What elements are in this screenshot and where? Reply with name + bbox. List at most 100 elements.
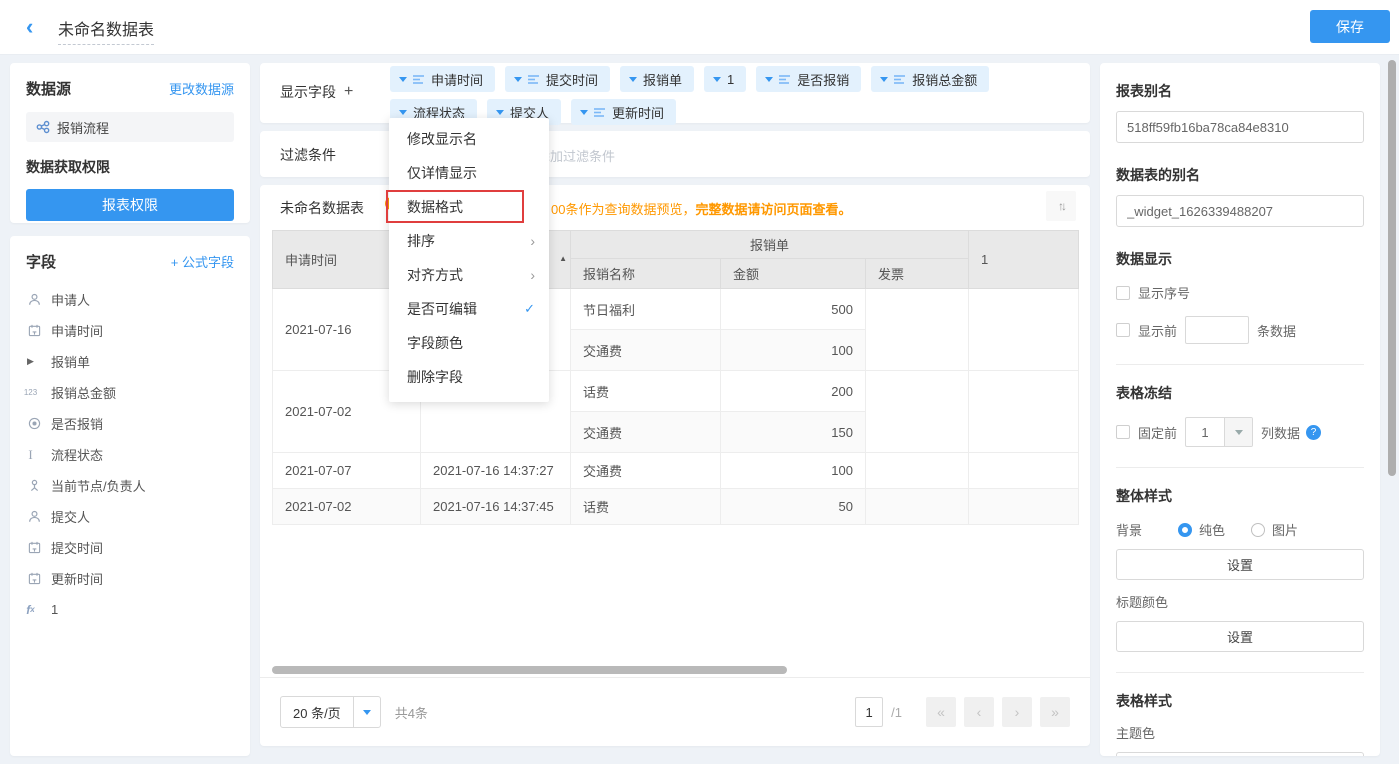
menu-item-label: 排序 bbox=[407, 231, 435, 251]
cell-amount[interactable]: 200 bbox=[721, 371, 866, 412]
field-chip-报销单[interactable]: 报销单 bbox=[620, 66, 694, 92]
cell-date[interactable]: 2021-07-02 bbox=[273, 489, 421, 525]
radio-icon bbox=[26, 417, 43, 430]
col-header-报销名称[interactable]: 报销名称 bbox=[571, 259, 721, 289]
field-item-提交人[interactable]: 提交人 bbox=[26, 501, 234, 532]
field-item-申请时间[interactable]: 申请时间 bbox=[26, 315, 234, 346]
cell-extra[interactable] bbox=[969, 453, 1079, 489]
field-item-报销单[interactable]: ▶报销单 bbox=[26, 346, 234, 377]
page-size-select[interactable]: 20 条/页 bbox=[280, 696, 381, 728]
field-chip-报销总金额[interactable]: 报销总金额 bbox=[871, 66, 989, 92]
menu-item-仅详情显示[interactable]: 仅详情显示 bbox=[389, 156, 549, 190]
col-header-发票[interactable]: 发票 bbox=[866, 259, 969, 289]
chip-label: 是否报销 bbox=[797, 70, 849, 89]
menu-item-删除字段[interactable]: 删除字段 bbox=[389, 360, 549, 394]
field-chip-提交时间[interactable]: 提交时间 bbox=[505, 66, 610, 92]
field-chip-是否报销[interactable]: 是否报销 bbox=[756, 66, 861, 92]
cell-amount[interactable]: 100 bbox=[721, 330, 866, 371]
cell-submit-time[interactable]: 2021-07-16 14:37:27 bbox=[421, 453, 571, 489]
first-page-icon[interactable]: « bbox=[926, 697, 956, 727]
freeze-checkbox[interactable] bbox=[1116, 425, 1130, 439]
change-datasource-link[interactable]: 更改数据源 bbox=[169, 79, 234, 98]
menu-item-数据格式[interactable]: 数据格式 bbox=[389, 190, 549, 224]
cell-amount[interactable]: 50 bbox=[721, 489, 866, 525]
table-row: 2021-07-022021-07-16 14:37:45话费50 bbox=[273, 489, 1079, 525]
cell-date[interactable]: 2021-07-07 bbox=[273, 453, 421, 489]
cell-extra[interactable] bbox=[969, 289, 1079, 371]
field-item-更新时间[interactable]: 更新时间 bbox=[26, 563, 234, 594]
background-set-button[interactable]: 设置 bbox=[1116, 549, 1364, 580]
theme-color-set-button[interactable]: 设置 bbox=[1116, 752, 1364, 756]
col-header-金额[interactable]: 金额 bbox=[721, 259, 866, 289]
table-alias-input[interactable] bbox=[1116, 195, 1364, 227]
field-item-是否报销[interactable]: 是否报销 bbox=[26, 408, 234, 439]
cell-expense-name[interactable]: 话费 bbox=[571, 371, 721, 412]
cell-amount[interactable]: 500 bbox=[721, 289, 866, 330]
field-item-当前节点/负责人[interactable]: 当前节点/负责人 bbox=[26, 470, 234, 501]
filter-card: 过滤条件 添加过滤条件 bbox=[260, 131, 1090, 177]
image-radio[interactable] bbox=[1251, 523, 1265, 537]
cell-expense-name[interactable]: 话费 bbox=[571, 489, 721, 525]
cell-extra[interactable] bbox=[969, 371, 1079, 453]
add-display-field-button[interactable]: + bbox=[344, 83, 353, 101]
table-row: 2021-07-072021-07-16 14:37:27交通费100 bbox=[273, 453, 1079, 489]
cell-expense-name[interactable]: 交通费 bbox=[571, 453, 721, 489]
field-item-提交时间[interactable]: 提交时间 bbox=[26, 532, 234, 563]
display-fields-label: 显示字段 bbox=[280, 82, 336, 102]
cell-extra[interactable] bbox=[969, 489, 1079, 525]
freeze-count-select[interactable]: 1 bbox=[1185, 417, 1253, 447]
horizontal-scrollbar[interactable] bbox=[272, 666, 787, 674]
menu-item-是否可编辑[interactable]: 是否可编辑✓ bbox=[389, 292, 549, 326]
prev-page-icon[interactable]: ‹ bbox=[964, 697, 994, 727]
sort-order-icon[interactable]: ↑↓ bbox=[1046, 191, 1076, 221]
back-icon[interactable]: ‹ bbox=[26, 13, 33, 41]
calendar-icon bbox=[26, 572, 43, 585]
window-scrollbar[interactable] bbox=[1388, 60, 1396, 476]
title-color-set-button[interactable]: 设置 bbox=[1116, 621, 1364, 652]
cell-expense-name[interactable]: 交通费 bbox=[571, 412, 721, 453]
show-first-checkbox[interactable] bbox=[1116, 323, 1130, 337]
cell-amount[interactable]: 100 bbox=[721, 453, 866, 489]
last-page-icon[interactable]: » bbox=[1040, 697, 1070, 727]
page-number-input[interactable]: 1 bbox=[855, 697, 883, 727]
field-chip-1[interactable]: 1 bbox=[704, 66, 746, 92]
field-item-报销总金额[interactable]: 123报销总金额 bbox=[26, 377, 234, 408]
cell-invoice[interactable] bbox=[866, 289, 969, 371]
show-index-label: 显示序号 bbox=[1138, 283, 1190, 302]
cell-amount[interactable]: 150 bbox=[721, 412, 866, 453]
col-header-extra[interactable]: 1 bbox=[969, 231, 1079, 289]
menu-item-修改显示名[interactable]: 修改显示名 bbox=[389, 122, 549, 156]
data-display-label: 数据显示 bbox=[1116, 249, 1364, 269]
field-item-1[interactable]: fx1 bbox=[26, 594, 234, 625]
chevron-down-icon bbox=[1224, 417, 1252, 447]
solid-color-radio[interactable] bbox=[1178, 523, 1192, 537]
datasource-item[interactable]: 报销流程 bbox=[26, 112, 234, 142]
number-icon: 123 bbox=[26, 388, 43, 397]
report-alias-input[interactable] bbox=[1116, 111, 1364, 143]
cell-expense-name[interactable]: 节日福利 bbox=[571, 289, 721, 330]
show-index-checkbox[interactable] bbox=[1116, 286, 1130, 300]
menu-item-排序[interactable]: 排序› bbox=[389, 224, 549, 258]
save-button[interactable]: 保存 bbox=[1310, 10, 1390, 43]
page-total: /1 bbox=[891, 705, 902, 720]
help-icon[interactable]: ? bbox=[1306, 425, 1321, 440]
add-formula-field-link[interactable]: + 公式字段 bbox=[171, 252, 234, 271]
field-chip-更新时间[interactable]: 更新时间 bbox=[571, 99, 676, 125]
cell-submit-time[interactable]: 2021-07-16 14:37:45 bbox=[421, 489, 571, 525]
field-item-申请人[interactable]: 申请人 bbox=[26, 284, 234, 315]
menu-item-字段颜色[interactable]: 字段颜色 bbox=[389, 326, 549, 360]
page-title[interactable]: 未命名数据表 bbox=[58, 16, 154, 45]
next-page-icon[interactable]: › bbox=[1002, 697, 1032, 727]
field-chip-申请时间[interactable]: 申请时间 bbox=[390, 66, 495, 92]
cell-expense-name[interactable]: 交通费 bbox=[571, 330, 721, 371]
cell-invoice[interactable] bbox=[866, 371, 969, 453]
col-header-group[interactable]: 报销单 bbox=[571, 231, 969, 259]
field-item-流程状态[interactable]: I流程状态 bbox=[26, 439, 234, 470]
cell-invoice[interactable] bbox=[866, 489, 969, 525]
chip-label: 1 bbox=[727, 72, 734, 87]
settings-panel: 报表别名 数据表的别名 数据显示 显示序号 显示前 条数据 表格冻结 固定前 1… bbox=[1100, 63, 1380, 756]
row-limit-input[interactable] bbox=[1185, 316, 1249, 344]
cell-invoice[interactable] bbox=[866, 453, 969, 489]
menu-item-对齐方式[interactable]: 对齐方式› bbox=[389, 258, 549, 292]
report-permission-button[interactable]: 报表权限 bbox=[26, 189, 234, 221]
